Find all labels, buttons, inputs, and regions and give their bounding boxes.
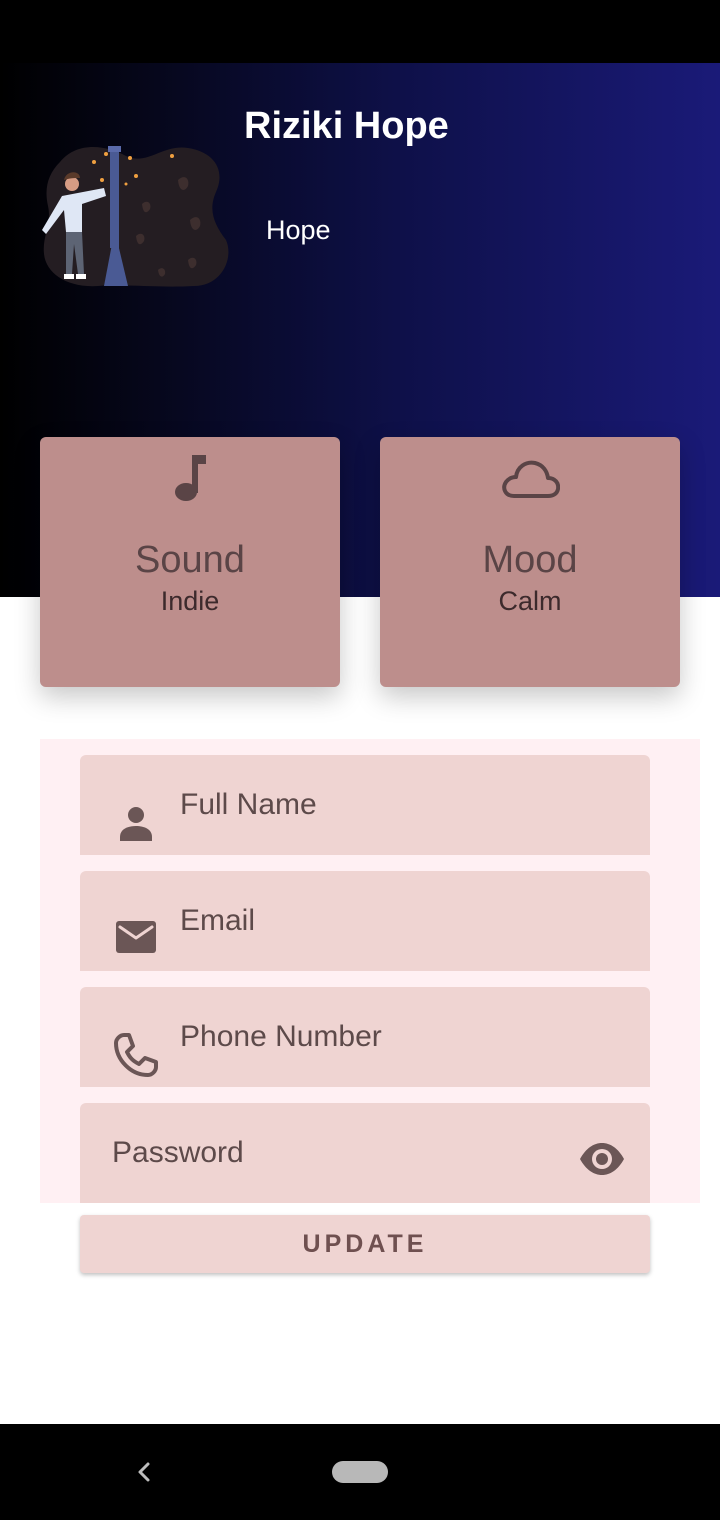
eye-icon[interactable] [578, 1135, 626, 1183]
mood-card-title: Mood [482, 539, 578, 581]
phone-icon [114, 1033, 158, 1077]
person-icon [120, 807, 152, 841]
sound-card[interactable]: Sound Indie [40, 437, 340, 687]
phone-field[interactable]: Phone Number [80, 987, 650, 1087]
update-button[interactable]: UPDATE [80, 1215, 650, 1273]
profile-username: Hope [266, 215, 331, 245]
status-bar [0, 0, 720, 63]
navigation-bar [0, 1424, 720, 1520]
password-label: Password [112, 1136, 244, 1169]
password-field[interactable]: Password [80, 1103, 650, 1203]
email-label: Email [180, 904, 256, 937]
profile-name: Riziki Hope [244, 105, 449, 147]
sound-card-title: Sound [135, 539, 245, 581]
full-name-field[interactable]: Full Name [80, 755, 650, 855]
mail-icon [116, 921, 156, 953]
email-field[interactable]: Email [80, 871, 650, 971]
music-note-icon [175, 455, 206, 501]
back-chevron-icon[interactable] [128, 1456, 160, 1488]
phone-label: Phone Number [180, 1020, 382, 1053]
mood-card[interactable]: Mood Calm [380, 437, 680, 687]
mood-card-value: Calm [498, 586, 562, 616]
home-pill-icon[interactable] [332, 1461, 388, 1483]
sound-card-value: Indie [160, 586, 220, 616]
full-name-label: Full Name [180, 788, 317, 821]
cloud-icon [502, 460, 560, 498]
profile-screen: Riziki Hope Hope Sound Indie Mood Calm F… [0, 0, 720, 1520]
profile-illustration [42, 146, 229, 287]
